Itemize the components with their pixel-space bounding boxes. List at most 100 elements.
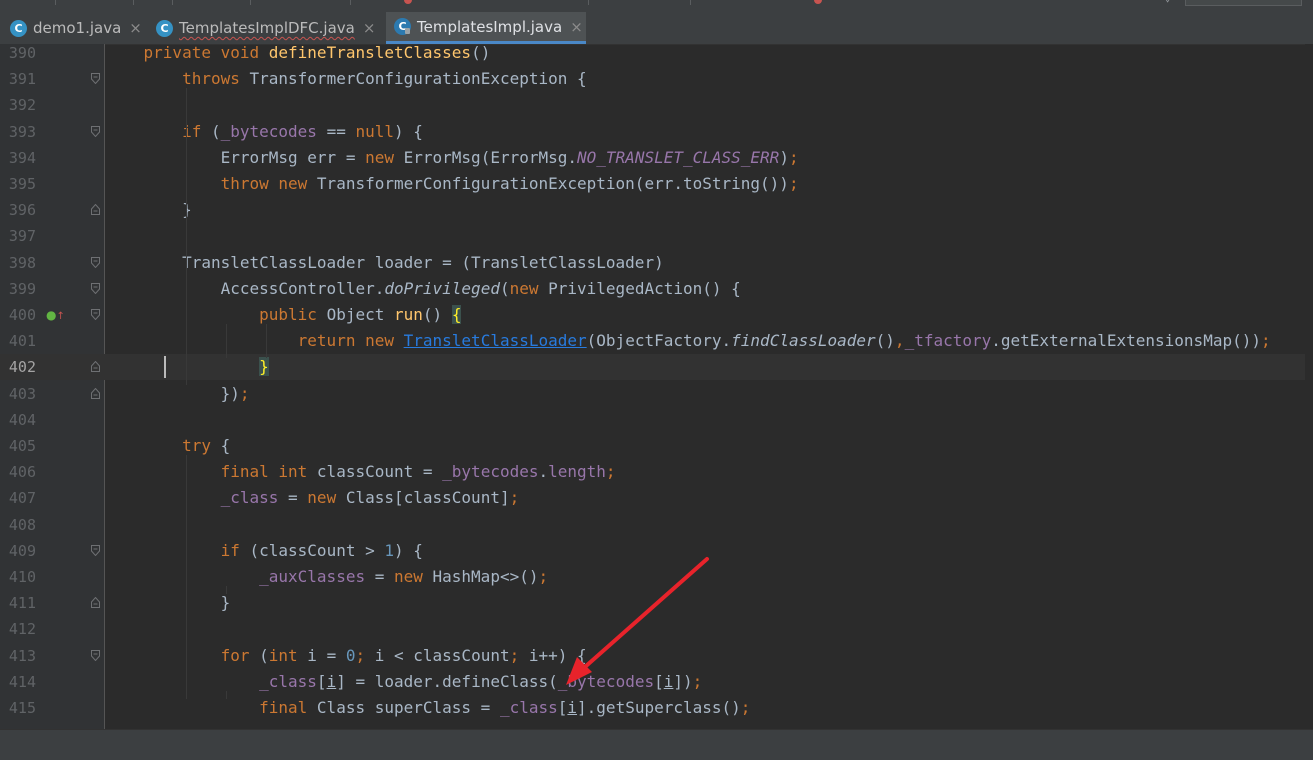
line-number: 396: [8, 201, 36, 220]
fold-collapse-icon[interactable]: [91, 125, 100, 137]
code-line[interactable]: 398 TransletClassLoader loader = (Transl…: [0, 250, 1313, 276]
line-number: 415: [8, 699, 36, 717]
indent-guide: [226, 690, 227, 699]
code-line[interactable]: 410 _auxClasses = new HashMap<>();: [0, 564, 1313, 590]
line-number: 394: [8, 148, 36, 167]
code-text[interactable]: final Class superClass = _class[i].getSu…: [105, 695, 750, 721]
breadcrumb-separator: [250, 0, 251, 5]
indent-guide: [186, 88, 187, 385]
code-line[interactable]: 391 throws TransformerConfigurationExcep…: [0, 66, 1313, 92]
fold-collapse-icon[interactable]: [91, 282, 100, 294]
code-line[interactable]: 412: [0, 616, 1313, 642]
fold-end-icon[interactable]: [91, 387, 100, 399]
code-text[interactable]: for (int i = 0; i < classCount; i++) {: [105, 643, 587, 669]
line-number: 392: [8, 96, 36, 115]
tab-templatesimpldfc[interactable]: C TemplatesImplDFC.java ×: [156, 12, 382, 44]
fold-end-icon[interactable]: [91, 361, 100, 373]
code-text[interactable]: ErrorMsg err = new ErrorMsg(ErrorMsg.NO_…: [105, 145, 799, 171]
chevron-down-icon[interactable]: ⌄: [1164, 0, 1171, 4]
code-text[interactable]: final int classCount = _bytecodes.length…: [105, 459, 616, 485]
tab-label: TemplatesImpl.java: [417, 17, 563, 36]
line-number: 400: [8, 306, 36, 324]
indent-guide: [226, 586, 227, 595]
line-number: 413: [8, 646, 36, 665]
override-method-icon[interactable]: ●↑: [46, 308, 65, 322]
line-number: 407: [8, 489, 36, 508]
code-line[interactable]: 405 try {: [0, 433, 1313, 459]
code-line[interactable]: 400 ●↑ public Object run() {: [0, 302, 1313, 328]
code-text[interactable]: return new TransletClassLoader(ObjectFac…: [105, 328, 1271, 354]
code-line[interactable]: 414 _class[i] = loader.defineClass(_byte…: [0, 669, 1313, 695]
code-text[interactable]: if (classCount > 1) {: [105, 538, 423, 564]
code-line[interactable]: 396 }: [0, 197, 1313, 223]
fold-end-icon[interactable]: [91, 204, 100, 216]
vertical-scrollbar[interactable]: [1305, 44, 1313, 729]
code-text[interactable]: if (_bytecodes == null) {: [105, 119, 423, 145]
code-text[interactable]: throw new TransformerConfigurationExcept…: [105, 171, 799, 197]
bottom-panel-bar: [0, 729, 1313, 760]
code-text[interactable]: public Object run() {: [105, 302, 462, 328]
line-number: 393: [8, 122, 36, 141]
code-line[interactable]: 392: [0, 92, 1313, 118]
fold-collapse-icon[interactable]: [91, 256, 100, 268]
code-line[interactable]: 411 }: [0, 590, 1313, 616]
fold-collapse-icon[interactable]: [91, 544, 100, 556]
code-text[interactable]: private void defineTransletClasses(): [105, 44, 491, 66]
line-number: 398: [8, 253, 36, 272]
tab-label: demo1.java: [33, 19, 122, 37]
java-class-locked-icon: C: [394, 18, 411, 35]
code-line[interactable]: 401 return new TransletClassLoader(Objec…: [0, 328, 1313, 354]
code-text[interactable]: TransletClassLoader loader = (TransletCl…: [105, 250, 664, 276]
indent-guide: [226, 324, 227, 359]
code-line[interactable]: 402 }: [0, 354, 1313, 381]
code-line[interactable]: 408: [0, 512, 1313, 538]
breadcrumb-separator: [172, 0, 173, 5]
code-text[interactable]: }: [105, 590, 231, 616]
text-caret: [164, 356, 166, 379]
tab-demo1[interactable]: C demo1.java ×: [10, 12, 150, 44]
code-line[interactable]: 390 private void defineTransletClasses(): [0, 44, 1313, 66]
breadcrumb-separator: [350, 0, 351, 5]
close-icon[interactable]: ×: [129, 19, 142, 37]
code-line[interactable]: 409 if (classCount > 1) {: [0, 538, 1313, 564]
tab-templatesimpl[interactable]: C TemplatesImpl.java ×: [386, 12, 586, 44]
breadcrumb-method-icon: [814, 0, 822, 4]
line-number: 399: [8, 279, 36, 298]
close-icon[interactable]: ×: [570, 18, 583, 36]
code-line[interactable]: 395 throw new TransformerConfigurationEx…: [0, 171, 1313, 197]
code-line[interactable]: 407 _class = new Class[classCount];: [0, 485, 1313, 511]
breadcrumb-separator: [690, 0, 691, 5]
code-line[interactable]: 415 final Class superClass = _class[i].g…: [0, 695, 1313, 721]
code-text[interactable]: _auxClasses = new HashMap<>();: [105, 564, 548, 590]
code-line[interactable]: 397: [0, 223, 1313, 249]
code-line[interactable]: 399 AccessController.doPrivileged(new Pr…: [0, 276, 1313, 302]
fold-collapse-icon[interactable]: [91, 73, 100, 85]
line-number: 409: [8, 541, 36, 560]
code-text[interactable]: }: [105, 197, 192, 223]
code-line[interactable]: 413 for (int i = 0; i < classCount; i++)…: [0, 643, 1313, 669]
line-number: 391: [8, 70, 36, 89]
line-number: 404: [8, 410, 36, 429]
code-line[interactable]: 393 if (_bytecodes == null) {: [0, 119, 1313, 145]
line-number: 406: [8, 463, 36, 482]
code-text[interactable]: });: [105, 381, 250, 407]
code-text[interactable]: AccessController.doPrivileged(new Privil…: [105, 276, 741, 302]
line-number: 395: [8, 175, 36, 193]
line-number: 390: [8, 44, 36, 62]
code-text[interactable]: _class = new Class[classCount];: [105, 485, 520, 511]
fold-end-icon[interactable]: [91, 597, 100, 609]
code-text[interactable]: _class[i] = loader.defineClass(_bytecode…: [105, 669, 702, 695]
close-icon[interactable]: ×: [363, 19, 376, 37]
java-class-icon: C: [10, 19, 27, 37]
code-text[interactable]: throws TransformerConfigurationException…: [105, 66, 587, 92]
code-line[interactable]: 406 final int classCount = _bytecodes.le…: [0, 459, 1313, 485]
code-line[interactable]: 394 ErrorMsg err = new ErrorMsg(ErrorMsg…: [0, 145, 1313, 171]
fold-collapse-icon[interactable]: [91, 649, 100, 661]
code-line[interactable]: 403 });: [0, 381, 1313, 407]
code-editor[interactable]: 390 private void defineTransletClasses()…: [0, 44, 1313, 729]
fold-collapse-icon[interactable]: [91, 309, 100, 320]
editor-tab-bar: C demo1.java × C TemplatesImplDFC.java ×…: [0, 6, 1313, 45]
code-line[interactable]: 404: [0, 407, 1313, 433]
line-number: 402: [8, 358, 36, 377]
code-text[interactable]: try {: [105, 433, 230, 459]
